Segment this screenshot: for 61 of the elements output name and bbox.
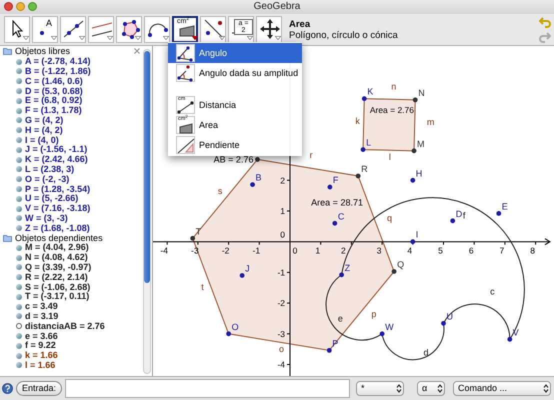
- segment-label: p: [371, 309, 376, 320]
- point-label: Q: [397, 259, 404, 270]
- point-label: L: [366, 138, 372, 148]
- select-value: *: [361, 384, 365, 393]
- tick-label: 5: [438, 246, 443, 256]
- segment-label: t: [201, 282, 204, 292]
- tick-label: 2: [280, 175, 285, 186]
- tick-label: 2: [341, 246, 346, 256]
- area-label: Area = 2.76: [370, 105, 414, 115]
- tick-label: 0: [280, 230, 285, 240]
- segment-label: m: [426, 116, 434, 127]
- point-label: Z: [344, 262, 350, 273]
- point-label: U: [446, 311, 453, 322]
- tick-label: -4: [160, 246, 168, 256]
- segment-label: n: [391, 82, 396, 92]
- arc-label: f: [462, 210, 466, 220]
- tool-help: Polígono, círculo o cónica: [289, 30, 398, 40]
- select-value: Comando ...: [458, 384, 508, 393]
- tick-label: -4: [277, 360, 285, 370]
- segment-label: k: [355, 116, 360, 126]
- point-label: D: [456, 208, 462, 219]
- tick-label: 1: [315, 246, 320, 256]
- tick-label: 7: [500, 246, 504, 256]
- tick-label: -2: [222, 246, 230, 256]
- segment-label: r: [310, 150, 313, 160]
- tick-label: 1: [280, 206, 285, 216]
- point-label: M: [417, 138, 425, 149]
- arc-label: d: [424, 348, 429, 358]
- point-label: O: [232, 322, 239, 332]
- tick-label: 8: [530, 246, 535, 256]
- tick-label: -3: [277, 328, 285, 339]
- point-label: H: [416, 168, 422, 178]
- point-label: C: [338, 211, 344, 222]
- segment-label: s: [218, 186, 222, 196]
- select-value: α: [422, 384, 428, 393]
- tick-label: -2: [277, 298, 285, 308]
- point-label: I: [416, 230, 418, 240]
- tool-icon-text: A: [46, 19, 52, 28]
- point-label: R: [361, 164, 368, 174]
- window-title: GeoGebra: [254, 2, 300, 12]
- tool-name: Area: [289, 18, 312, 30]
- tick-label: 6: [468, 246, 474, 256]
- point-label: F: [332, 175, 338, 186]
- point-label: W: [385, 322, 394, 332]
- segment-label: l: [388, 152, 391, 162]
- tick-label: -1: [277, 267, 285, 278]
- arc-label: c: [490, 286, 495, 297]
- arc-label: e: [338, 313, 343, 324]
- segment-label: o: [278, 344, 284, 354]
- tick-label: 3: [376, 246, 382, 256]
- point-label: K: [367, 86, 374, 97]
- area-label: Area = 28.71: [311, 198, 363, 208]
- distance-label: AB = 2.76: [214, 154, 254, 164]
- point-label: N: [418, 88, 425, 98]
- tick-label: -1: [252, 246, 260, 256]
- point-label: E: [502, 201, 508, 212]
- point-label: B: [256, 172, 262, 183]
- point-label: J: [245, 263, 250, 274]
- segment-label: q: [387, 212, 392, 223]
- tick-label: 0: [292, 246, 298, 256]
- tick-label: 4: [407, 246, 412, 256]
